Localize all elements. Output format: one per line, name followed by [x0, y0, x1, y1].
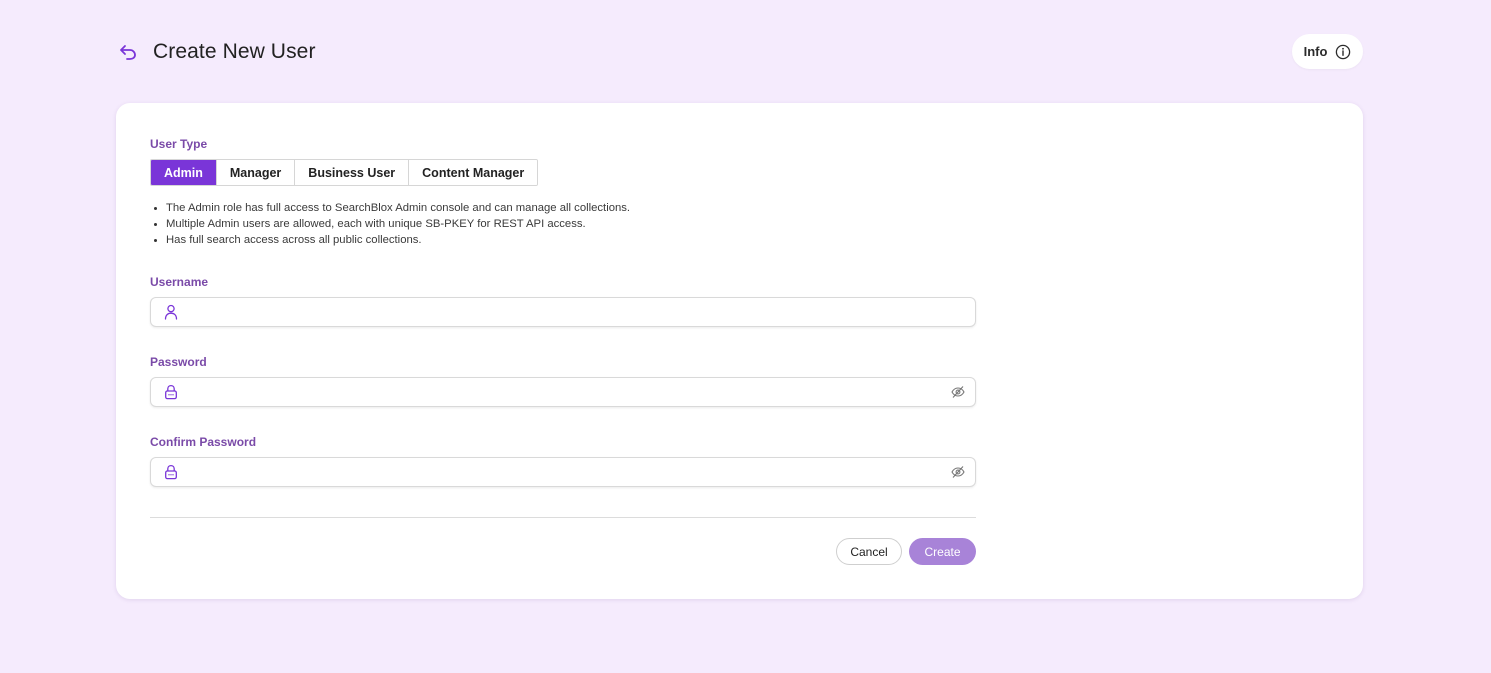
tab-business-user[interactable]: Business User — [295, 160, 410, 185]
eye-off-icon[interactable] — [951, 385, 965, 399]
role-description-item: Multiple Admin users are allowed, each w… — [150, 216, 630, 232]
username-field — [150, 297, 976, 327]
cancel-button[interactable]: Cancel — [836, 538, 902, 565]
info-icon — [1336, 44, 1351, 59]
back-button[interactable] — [116, 40, 140, 64]
eye-off-icon[interactable] — [951, 465, 965, 479]
confirm-password-input[interactable] — [187, 458, 947, 486]
user-type-tabs: Admin Manager Business User Content Mana… — [150, 159, 539, 186]
page-title: Create New User — [153, 40, 316, 63]
confirm-password-label: Confirm Password — [150, 435, 257, 449]
page-header: Create New User Info — [116, 34, 1363, 70]
info-button[interactable]: Info — [1292, 34, 1363, 69]
lock-icon — [163, 464, 179, 480]
create-user-card: User Type Admin Manager Business User Co… — [116, 103, 1363, 599]
create-button[interactable]: Create — [909, 538, 976, 565]
back-arrow-icon — [120, 45, 136, 60]
username-input[interactable] — [187, 298, 947, 326]
user-type-label: User Type — [150, 137, 208, 151]
password-label: Password — [150, 355, 207, 369]
lock-icon — [163, 384, 179, 400]
password-field — [150, 377, 976, 407]
form-divider — [150, 517, 976, 518]
tab-manager[interactable]: Manager — [216, 160, 296, 185]
tab-admin[interactable]: Admin — [151, 160, 217, 185]
role-description-list: The Admin role has full access to Search… — [150, 200, 630, 248]
confirm-password-field — [150, 457, 976, 487]
password-input[interactable] — [187, 378, 947, 406]
username-label: Username — [150, 275, 209, 289]
user-icon — [163, 304, 179, 320]
tab-content-manager[interactable]: Content Manager — [409, 160, 538, 185]
role-description-item: Has full search access across all public… — [150, 232, 630, 248]
role-description-item: The Admin role has full access to Search… — [150, 200, 630, 216]
info-button-label: Info — [1303, 44, 1328, 59]
